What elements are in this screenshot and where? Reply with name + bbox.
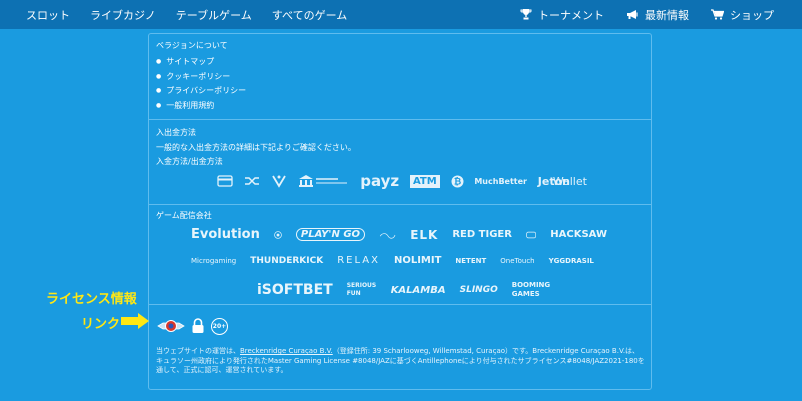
bank-icon: [299, 175, 348, 187]
about-section: ベラジョンについて サイトマップ クッキーポリシー プライバシーポリシー 一般利…: [149, 34, 651, 120]
yggdrasil-logo: YGGDRASIL: [548, 256, 594, 265]
microgaming-logo: Microgaming: [191, 256, 237, 265]
thunderkick-logo: THUNDERKICK: [250, 255, 324, 266]
link-cookie-policy[interactable]: クッキーポリシー: [156, 70, 246, 85]
vee-icon: [271, 175, 286, 188]
license-section: 20+ 当ウェブサイトの運営は、Breckenridge Curaçao B.V…: [149, 305, 651, 391]
payments-title: 入出金方法: [156, 128, 196, 137]
top-navigation: スロット ライブカジノ テーブルゲーム すべてのゲーム トーナメント 最新情報: [0, 0, 802, 29]
cart-icon: [711, 9, 724, 20]
slingo-logo: SLINGO: [459, 285, 498, 295]
annotation-link: リンク: [81, 317, 121, 332]
svg-text:₿: ₿: [453, 176, 460, 187]
about-title: ベラジョンについて: [156, 41, 228, 50]
provider-row-2: Microgaming THUNDERKICK RELAX NOLIMIT NE…: [191, 255, 621, 266]
nav-left-group: スロット ライブカジノ テーブルゲーム すべてのゲーム: [26, 7, 367, 23]
license-seal-icon[interactable]: [157, 317, 185, 335]
playngo-logo: PLAY'N GO: [295, 228, 366, 241]
wallet-logo: Wallet: [552, 174, 587, 188]
elk-logo: ELK: [410, 227, 439, 242]
license-icons: 20+: [157, 317, 234, 335]
payments-section: 入出金方法 一般的な入出金方法の詳細は下記よりご確認ください。 入金方法/出金方…: [149, 120, 651, 205]
relax-logo: RELAX: [337, 255, 380, 266]
nav-slots[interactable]: スロット: [26, 7, 70, 23]
nav-shop-label: ショップ: [730, 8, 774, 22]
kalamba-logo: KALAMBA: [390, 284, 446, 296]
provider-row-1: Evolution PLAY'N GO ELK RED TIGER HACKSA…: [191, 227, 621, 242]
nav-news-label: 最新情報: [645, 8, 689, 22]
nav-table-games[interactable]: テーブルゲーム: [176, 7, 252, 23]
atm-logo: ATM: [409, 174, 440, 188]
nav-live-casino[interactable]: ライブカジノ: [90, 7, 156, 23]
provider-badge-icon: [274, 230, 282, 239]
about-links: サイトマップ クッキーポリシー プライバシーポリシー 一般利用規約: [156, 55, 246, 113]
nav-tournament-label: トーナメント: [538, 8, 604, 22]
payment-logos: payz ATM ₿ MuchBetter Jeton Wallet: [217, 170, 587, 192]
providers-title: ゲーム配信会社: [156, 211, 212, 220]
nolimit-logo: NOLIMIT: [393, 255, 442, 266]
provider-box-icon: [526, 231, 537, 238]
provider-swirl-icon: [379, 232, 396, 239]
booming-logo: BOOMING GAMES: [511, 281, 551, 298]
muchbetter-logo: MuchBetter: [474, 176, 527, 186]
hacksaw-logo: HACKSAW: [550, 229, 607, 240]
megaphone-icon: [627, 10, 638, 19]
nav-news[interactable]: 最新情報: [626, 7, 689, 23]
redtiger-logo: RED TIGER: [452, 229, 512, 240]
link-sitemap[interactable]: サイトマップ: [156, 55, 246, 70]
link-privacy-policy[interactable]: プライバシーポリシー: [156, 84, 246, 99]
providers-section: ゲーム配信会社 Evolution PLAY'N GO ELK RED TIGE…: [149, 205, 651, 305]
provider-row-3: iSOFTBET SERIOUS FUN KALAMBA SLINGO BOOM…: [257, 281, 587, 299]
onetouch-logo: OneTouch: [500, 256, 535, 265]
isoftbet-logo: iSOFTBET: [257, 282, 333, 298]
annotation-license-info: ライセンス情報: [46, 292, 137, 307]
bitcoin-icon: ₿: [451, 175, 464, 187]
age-restriction-label: 20+: [212, 322, 227, 330]
trophy-icon: [520, 9, 532, 20]
nav-shop[interactable]: ショップ: [711, 7, 774, 23]
arrow-right-icon: [121, 313, 149, 329]
payments-subtitle[interactable]: 入金方法/出金方法: [156, 156, 223, 167]
license-text-intro: 当ウェブサイトの運営は、: [156, 347, 240, 355]
payz-logo: payz: [360, 172, 400, 190]
evolution-logo: Evolution: [191, 227, 260, 242]
link-terms[interactable]: 一般利用規約: [156, 99, 246, 114]
age-restriction-badge: 20+: [211, 317, 228, 335]
netent-logo: NETENT: [455, 256, 487, 265]
card-icon: [217, 175, 233, 187]
seriousfun-logo: SERIOUS FUN: [346, 282, 377, 297]
nav-all-games[interactable]: すべてのゲーム: [272, 7, 347, 23]
payments-description: 一般的な入出金方法の詳細は下記よりご確認ください。: [156, 143, 356, 152]
footer-panel: ベラジョンについて サイトマップ クッキーポリシー プライバシーポリシー 一般利…: [148, 33, 652, 390]
lock-icon[interactable]: [191, 318, 205, 334]
license-text: 当ウェブサイトの運営は、Breckenridge Curaçao B.V.（登録…: [156, 347, 646, 376]
license-company-link[interactable]: Breckenridge Curaçao B.V.: [240, 347, 333, 355]
transfer-icon: [244, 177, 259, 185]
nav-right-group: トーナメント 最新情報 ショップ: [498, 7, 774, 23]
nav-tournament[interactable]: トーナメント: [520, 7, 604, 23]
